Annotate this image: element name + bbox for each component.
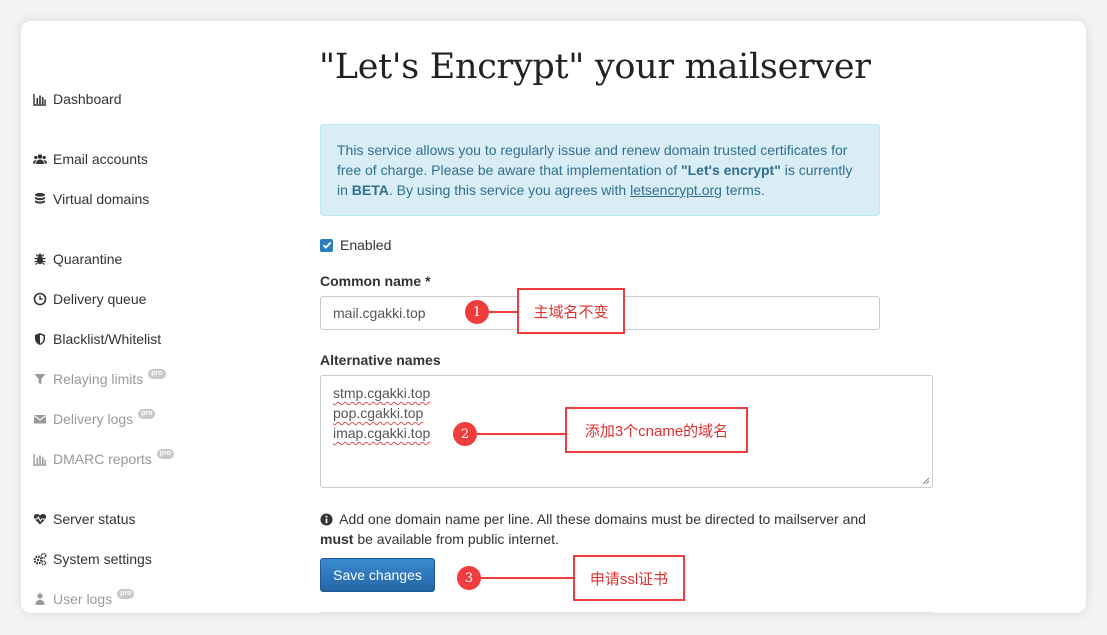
sidebar-item-delivery-logs[interactable]: Delivery logs pro bbox=[32, 408, 156, 430]
alternative-names-label: Alternative names bbox=[320, 352, 441, 368]
sidebar-item-label: Email accounts bbox=[53, 151, 148, 167]
sidebar-item-relaying-limits[interactable]: Relaying limits pro bbox=[32, 368, 166, 390]
bar-chart-icon bbox=[32, 91, 48, 107]
clock-icon bbox=[32, 291, 48, 307]
sidebar-item-label: Blacklist/Whitelist bbox=[53, 331, 162, 347]
sidebar-item-server-status[interactable]: Server status bbox=[32, 508, 135, 530]
info-alert: This service allows you to regularly iss… bbox=[320, 124, 880, 216]
sidebar-item-dmarc-reports[interactable]: DMARC reports pro bbox=[32, 448, 175, 470]
shield-icon bbox=[32, 331, 48, 347]
sidebar-item-label: System settings bbox=[53, 551, 152, 567]
user-icon bbox=[32, 591, 48, 607]
help-text: Add one domain name per line. All these … bbox=[320, 511, 866, 547]
sidebar-item-dashboard[interactable]: Dashboard bbox=[32, 88, 122, 110]
sidebar-item-label: Virtual domains bbox=[53, 191, 150, 207]
checkmark-icon bbox=[322, 241, 331, 249]
heartbeat-icon bbox=[32, 511, 48, 527]
envelope-icon bbox=[32, 411, 48, 427]
pro-badge: pro bbox=[138, 409, 156, 419]
annotation-marker-2: 2 bbox=[453, 422, 477, 446]
sidebar-item-quarantine[interactable]: Quarantine bbox=[32, 248, 122, 270]
sidebar-item-label: Server status bbox=[53, 511, 136, 527]
main-card: Dashboard Email accounts Virtual domains… bbox=[21, 21, 1086, 613]
filter-icon bbox=[32, 371, 48, 387]
divider bbox=[320, 612, 933, 613]
info-circle-icon bbox=[320, 513, 333, 526]
annotation-callout-1: 主域名不变 bbox=[517, 288, 625, 334]
sidebar-item-virtual-domains[interactable]: Virtual domains bbox=[32, 188, 149, 210]
page-title: "Let's Encrypt" your mailserver bbox=[319, 47, 871, 87]
sidebar-item-email-accounts[interactable]: Email accounts bbox=[32, 148, 148, 170]
users-icon bbox=[32, 151, 48, 167]
sidebar-item-label: User logs bbox=[53, 591, 113, 607]
database-icon bbox=[32, 191, 48, 207]
annotation-connector-2 bbox=[477, 433, 566, 435]
resize-grip-icon[interactable] bbox=[922, 477, 930, 485]
sidebar-item-label: Quarantine bbox=[53, 251, 123, 267]
pro-badge: pro bbox=[156, 449, 175, 459]
annotation-connector-3 bbox=[481, 577, 574, 579]
enabled-checkbox-row[interactable]: Enabled bbox=[320, 237, 391, 253]
bug-icon bbox=[32, 251, 48, 267]
alt-name-line: stmp.cgakki.top bbox=[333, 385, 431, 401]
annotation-callout-2: 添加3个cname的域名 bbox=[565, 407, 748, 453]
enabled-label: Enabled bbox=[340, 237, 392, 253]
save-changes-button[interactable]: Save changes bbox=[320, 558, 435, 592]
sidebar-item-label: Delivery logs bbox=[53, 411, 134, 427]
sidebar-item-delivery-queue[interactable]: Delivery queue bbox=[32, 288, 146, 310]
pro-badge: pro bbox=[117, 589, 135, 599]
sidebar-item-label: Relaying limits bbox=[53, 371, 144, 387]
annotation-marker-1: 1 bbox=[465, 300, 489, 324]
sidebar-item-label: DMARC reports bbox=[53, 451, 152, 467]
gears-icon bbox=[32, 551, 48, 567]
common-name-label: Common name * bbox=[320, 273, 431, 289]
bar-chart-icon bbox=[32, 451, 48, 467]
sidebar-item-blacklist-whitelist[interactable]: Blacklist/Whitelist bbox=[32, 328, 161, 350]
letsencrypt-link[interactable]: letsencrypt.org bbox=[630, 182, 722, 198]
sidebar-item-user-logs[interactable]: User logs pro bbox=[32, 588, 135, 610]
annotation-callout-3: 申请ssl证书 bbox=[573, 555, 685, 601]
sidebar-item-system-settings[interactable]: System settings bbox=[32, 548, 152, 570]
sidebar-item-label: Delivery queue bbox=[53, 291, 147, 307]
annotation-marker-3: 3 bbox=[457, 566, 481, 590]
annotation-connector-1 bbox=[489, 311, 517, 313]
sidebar-item-label: Dashboard bbox=[53, 91, 122, 107]
required-mark: * bbox=[421, 273, 431, 289]
enabled-checkbox[interactable] bbox=[320, 238, 333, 252]
pro-badge: pro bbox=[148, 369, 166, 379]
